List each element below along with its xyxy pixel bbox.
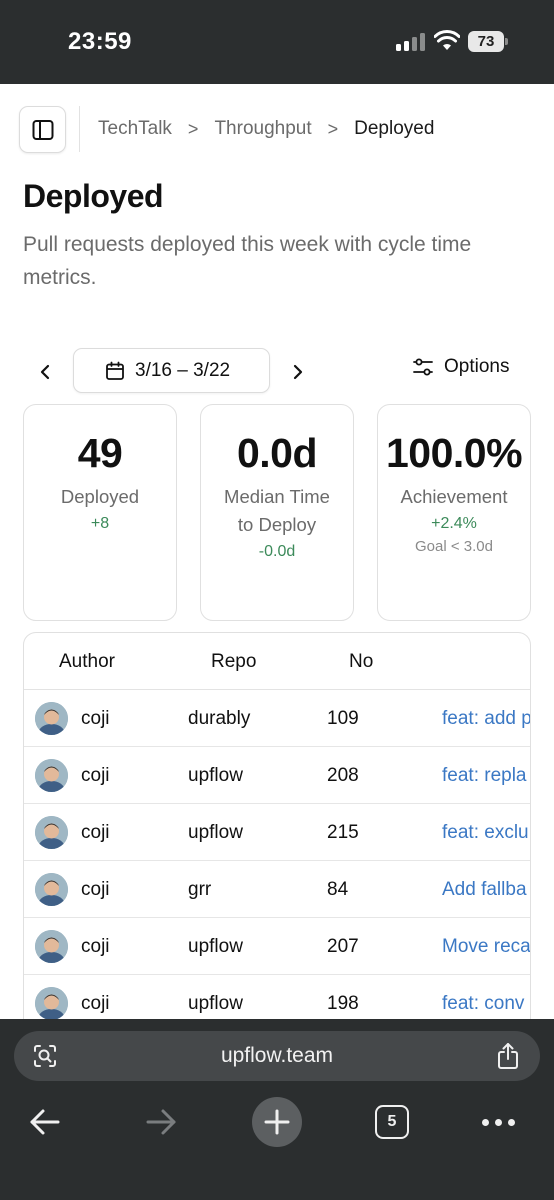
battery-tip xyxy=(505,38,508,45)
stat-delta: +8 xyxy=(90,515,110,532)
browser-toolbar: upflow.team 5 xyxy=(0,1019,554,1200)
row-number: 198 xyxy=(327,993,359,1014)
row-number: 208 xyxy=(327,765,359,786)
row-repo: upflow xyxy=(188,993,243,1014)
avatar xyxy=(35,930,68,963)
table-row[interactable]: coji durably 109 feat: add p xyxy=(24,690,530,747)
stat-card-median-time: 0.0d Median Time to Deploy -0.0d xyxy=(200,404,354,621)
row-repo: durably xyxy=(188,708,251,729)
row-repo: grr xyxy=(188,879,212,900)
row-author: coji xyxy=(81,993,110,1014)
stat-delta: +2.4% xyxy=(431,515,477,532)
table-row[interactable]: coji upflow 215 feat: exclu xyxy=(24,804,530,861)
stat-delta: -0.0d xyxy=(258,543,296,560)
avatar xyxy=(35,759,68,792)
table-row[interactable]: coji upflow 208 feat: repla xyxy=(24,747,530,804)
plus-icon xyxy=(264,1109,290,1135)
row-title-link[interactable]: feat: exclu xyxy=(442,822,529,844)
url-text: upflow.team xyxy=(220,1044,334,1067)
stat-label: Median Time to Deploy xyxy=(224,486,330,535)
row-title-link[interactable]: Move reca xyxy=(442,936,530,958)
calendar-icon xyxy=(106,361,124,380)
row-number: 84 xyxy=(327,879,349,900)
row-title-link[interactable]: feat: repla xyxy=(442,765,527,787)
breadcrumb-item-techtalk[interactable]: TechTalk xyxy=(98,118,172,140)
row-author: coji xyxy=(81,936,110,957)
page-description: Pull requests deployed this week with cy… xyxy=(23,233,472,289)
deployed-prs-table[interactable]: Author Repo No coji durably 109 feat: ad… xyxy=(23,632,531,1019)
table-header: Author Repo No xyxy=(24,633,530,690)
more-options-icon[interactable] xyxy=(482,1119,515,1126)
tab-count-button[interactable]: 5 xyxy=(375,1105,409,1139)
signal-icon xyxy=(396,33,426,51)
column-header-author[interactable]: Author xyxy=(59,651,115,673)
share-icon[interactable] xyxy=(496,1042,520,1070)
sliders-icon xyxy=(413,358,433,376)
avatar xyxy=(35,873,68,906)
table-row[interactable]: coji upflow 198 feat: conv xyxy=(24,975,530,1019)
stat-value: 0.0d xyxy=(236,430,318,476)
row-number: 109 xyxy=(327,708,359,729)
back-button[interactable] xyxy=(28,1105,62,1144)
row-title-link[interactable]: feat: conv xyxy=(442,993,524,1015)
row-title-link[interactable]: Add fallba xyxy=(442,879,527,901)
row-repo: upflow xyxy=(188,765,243,786)
breadcrumb: TechTalk > Throughput > Deployed xyxy=(98,118,434,140)
table-row[interactable]: coji upflow 207 Move reca xyxy=(24,918,530,975)
header-divider xyxy=(79,106,80,152)
row-author: coji xyxy=(81,822,110,843)
new-tab-button[interactable] xyxy=(252,1097,302,1147)
column-header-no[interactable]: No xyxy=(349,651,373,673)
stat-goal: Goal < 3.0d xyxy=(415,538,493,555)
page: TechTalk > Throughput > Deployed Deploye… xyxy=(0,84,554,1019)
address-bar[interactable]: upflow.team xyxy=(14,1031,540,1081)
sidebar-icon xyxy=(32,119,53,140)
stat-value: 49 xyxy=(77,430,123,476)
options-button[interactable]: Options xyxy=(412,356,509,378)
sidebar-toggle-button[interactable] xyxy=(19,106,66,153)
date-range-label: 3/16 – 3/22 xyxy=(135,359,231,381)
options-label: Options xyxy=(444,356,510,377)
breadcrumb-item-throughput[interactable]: Throughput xyxy=(214,118,311,140)
next-week-button[interactable] xyxy=(285,359,311,385)
row-number: 215 xyxy=(327,822,359,843)
avatar xyxy=(35,987,68,1019)
stat-label: Achievement xyxy=(400,486,508,507)
row-author: coji xyxy=(81,708,110,729)
row-repo: upflow xyxy=(188,936,243,957)
breadcrumb-item-current: Deployed xyxy=(354,118,435,139)
table-row[interactable]: coji grr 84 Add fallba xyxy=(24,861,530,918)
avatar xyxy=(35,816,68,849)
status-time: 23:59 xyxy=(68,28,132,55)
date-range-picker[interactable]: 3/16 – 3/22 xyxy=(73,348,270,393)
arrow-right-icon xyxy=(146,1109,176,1135)
wifi-icon xyxy=(433,30,461,52)
row-number: 207 xyxy=(327,936,359,957)
stat-card-deployed: 49 Deployed +8 xyxy=(23,404,177,621)
chevron-left-icon xyxy=(40,364,50,380)
arrow-left-icon xyxy=(30,1109,60,1135)
battery-icon: 73 xyxy=(468,31,504,52)
forward-button[interactable] xyxy=(144,1105,178,1144)
chevron-right-icon: > xyxy=(187,118,199,139)
stat-card-achievement: 100.0% Achievement +2.4% Goal < 3.0d xyxy=(377,404,531,621)
row-author: coji xyxy=(81,879,110,900)
column-header-repo[interactable]: Repo xyxy=(211,651,256,673)
page-title: Deployed xyxy=(23,178,164,214)
status-bar: 23:59 73 xyxy=(0,0,554,84)
stat-value: 100.0% xyxy=(385,430,523,476)
stat-label: Deployed xyxy=(60,486,140,507)
chevron-right-icon xyxy=(293,364,303,380)
avatar xyxy=(35,702,68,735)
row-repo: upflow xyxy=(188,822,243,843)
chevron-right-icon: > xyxy=(327,118,339,139)
row-title-link[interactable]: feat: add p xyxy=(442,708,530,730)
row-author: coji xyxy=(81,765,110,786)
previous-week-button[interactable] xyxy=(32,359,58,385)
